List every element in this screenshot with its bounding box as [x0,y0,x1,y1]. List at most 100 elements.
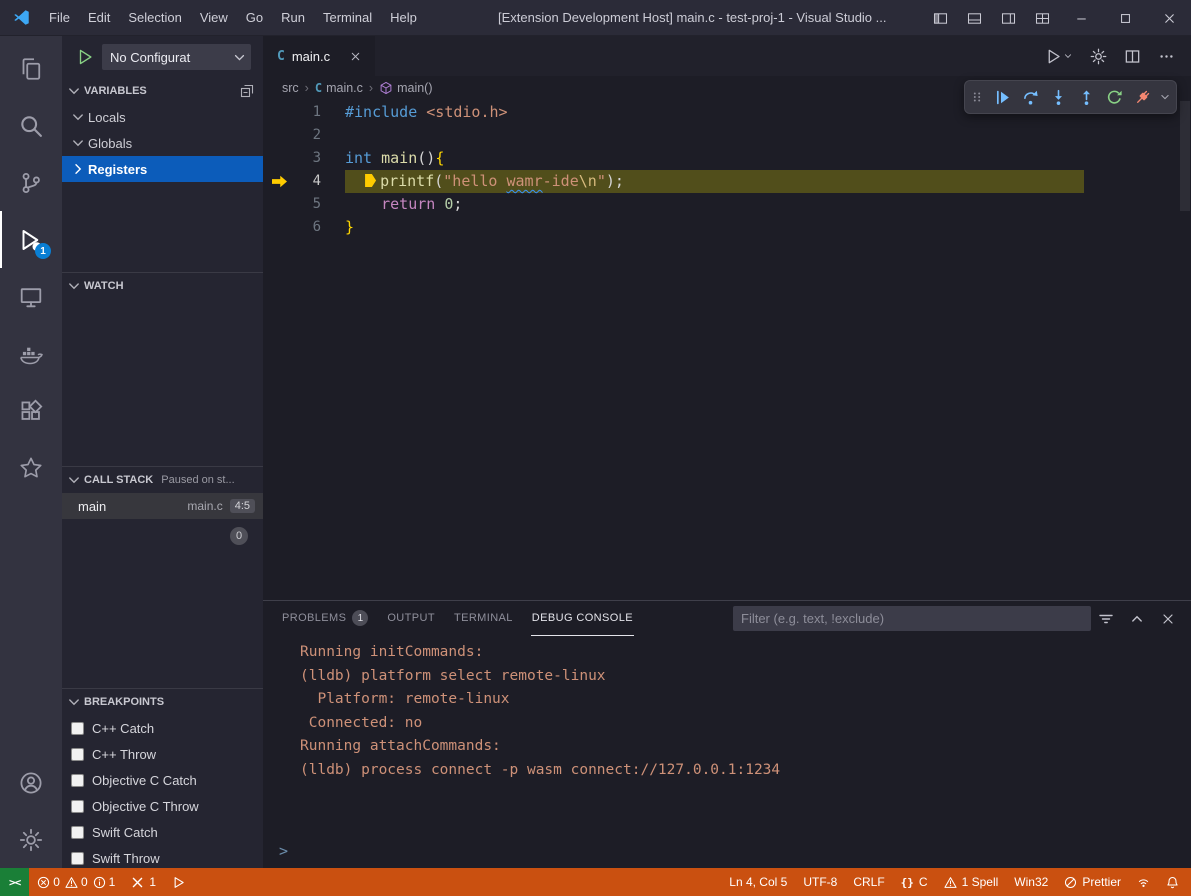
activity-extensions[interactable] [0,382,62,439]
checkbox[interactable] [71,722,84,735]
more-actions-icon[interactable] [1158,48,1175,65]
console-filter-input[interactable] [733,606,1091,631]
tab-close-button[interactable] [345,46,365,66]
chevron-down-icon [66,694,82,710]
breakpoint-c-catch[interactable]: C++ Catch [62,715,263,741]
menu-run[interactable]: Run [272,0,314,35]
step-into-button[interactable] [1044,83,1072,111]
checkbox[interactable] [71,826,84,839]
activity-search[interactable] [0,97,62,154]
stack-frame-main[interactable]: mainmain.c4:5 [62,493,263,519]
notifications[interactable] [1158,868,1191,896]
breakpoint-swift-throw[interactable]: Swift Throw [62,845,263,868]
checkbox[interactable] [71,800,84,813]
activity-favorites[interactable] [0,439,62,496]
menu-view[interactable]: View [191,0,237,35]
activity-run-and-debug[interactable]: 1 [0,211,62,268]
activity-docker[interactable] [0,325,62,382]
console-options-icon[interactable] [1098,611,1114,627]
start-debugging-icon[interactable] [76,48,94,66]
remote-indicator[interactable]: >< [0,868,29,896]
panel-tab-output[interactable]: OUTPUT [386,601,436,636]
problems-status[interactable]: 0 0 1 [29,868,123,896]
menu-go[interactable]: Go [237,0,272,35]
menu-terminal[interactable]: Terminal [314,0,381,35]
inline-breakpoint-icon[interactable] [365,174,376,187]
activity-explorer[interactable] [0,40,62,97]
breakpoint-swift-catch[interactable]: Swift Catch [62,819,263,845]
tab-main-c[interactable]: C main.c [263,36,375,76]
encoding-status[interactable]: UTF-8 [795,868,845,896]
warning-count: 0 [81,875,88,889]
step-over-button[interactable] [1016,83,1044,111]
variables-row-globals[interactable]: Globals [62,130,263,156]
toggle-secondary-sidebar-button[interactable] [991,0,1025,36]
line-text: #include <stdio.h> [345,101,508,124]
call-stack-header[interactable]: CALL STACK Paused on st... [62,467,263,493]
watch-header[interactable]: WATCH [62,273,263,299]
checkbox[interactable] [71,852,84,865]
minimize-button[interactable] [1059,0,1103,36]
cursor-position[interactable]: Ln 4, Col 5 [721,868,795,896]
close-panel-icon[interactable] [1160,611,1176,627]
language-mode[interactable]: {} C [893,868,936,896]
tools-status[interactable]: 1 [123,868,164,896]
menu-help[interactable]: Help [381,0,426,35]
customize-layout-button[interactable] [1025,0,1059,36]
build-target-status[interactable]: Win32 [1006,868,1056,896]
maximize-button[interactable] [1103,0,1147,36]
titlebar: FileEditSelectionViewGoRunTerminalHelp [… [0,0,1191,36]
disconnect-button[interactable] [1128,83,1156,111]
panel-tab-problems[interactable]: PROBLEMS1 [281,601,369,636]
breakpoint-objective-c-catch[interactable]: Objective C Catch [62,767,263,793]
spell-checker-status[interactable]: 1 Spell [936,868,1007,896]
activity-remote-explorer[interactable] [0,268,62,325]
chevron-down-icon [232,50,247,65]
breakpoint-c-throw[interactable]: C++ Throw [62,741,263,767]
checkbox[interactable] [71,774,84,787]
toggle-sidebar-button[interactable] [923,0,957,36]
activity-settings[interactable] [0,811,62,868]
step-out-button[interactable] [1072,83,1100,111]
breadcrumb-src[interactable]: src [282,81,299,95]
breakpoints-header[interactable]: BREAKPOINTS [62,689,263,715]
close-icon [1162,11,1177,26]
debug-console-input[interactable]: > [279,840,1175,862]
layout-sidebar-right-icon [1001,11,1016,26]
variables-row-locals[interactable]: Locals [62,104,263,130]
split-editor-icon[interactable] [1124,48,1141,65]
editor-scrollbar[interactable] [1180,101,1190,211]
menu-selection[interactable]: Selection [119,0,190,35]
collapse-all-icon[interactable] [239,83,255,99]
variables-row-registers[interactable]: Registers [62,156,263,182]
drag-grip-icon[interactable] [970,89,984,105]
call-stack-title: CALL STACK [84,474,153,486]
continue-button[interactable] [988,83,1016,111]
variables-header[interactable]: VARIABLES [62,78,263,104]
debug-target-status[interactable] [164,868,193,896]
formatter-status[interactable]: Prettier [1056,868,1129,896]
maximize-panel-icon[interactable] [1129,611,1145,627]
broadcast-status[interactable] [1129,868,1158,896]
config-dropdown[interactable]: No Configurat [102,44,251,70]
restart-button[interactable] [1100,83,1128,111]
breadcrumb-main-c[interactable]: Cmain.c [315,81,363,95]
checkbox[interactable] [71,748,84,761]
close-button[interactable] [1147,0,1191,36]
panel-tab-terminal[interactable]: TERMINAL [453,601,514,636]
activity-source-control[interactable] [0,154,62,211]
menu-edit[interactable]: Edit [79,0,119,35]
gear-icon[interactable] [1090,48,1107,65]
error-count: 0 [53,875,60,889]
menu-file[interactable]: File [40,0,79,35]
panel-tab-debug-console[interactable]: DEBUG CONSOLE [531,601,634,636]
breakpoint-objective-c-throw[interactable]: Objective C Throw [62,793,263,819]
tools-count: 1 [149,875,156,889]
run-or-debug-button[interactable] [1045,48,1073,65]
eol-status[interactable]: CRLF [845,868,892,896]
breadcrumb-main[interactable]: main() [379,81,432,95]
debug-session-chevron-icon[interactable] [1159,91,1171,103]
continue-icon [994,89,1011,106]
activity-accounts[interactable] [0,754,62,811]
toggle-panel-button[interactable] [957,0,991,36]
